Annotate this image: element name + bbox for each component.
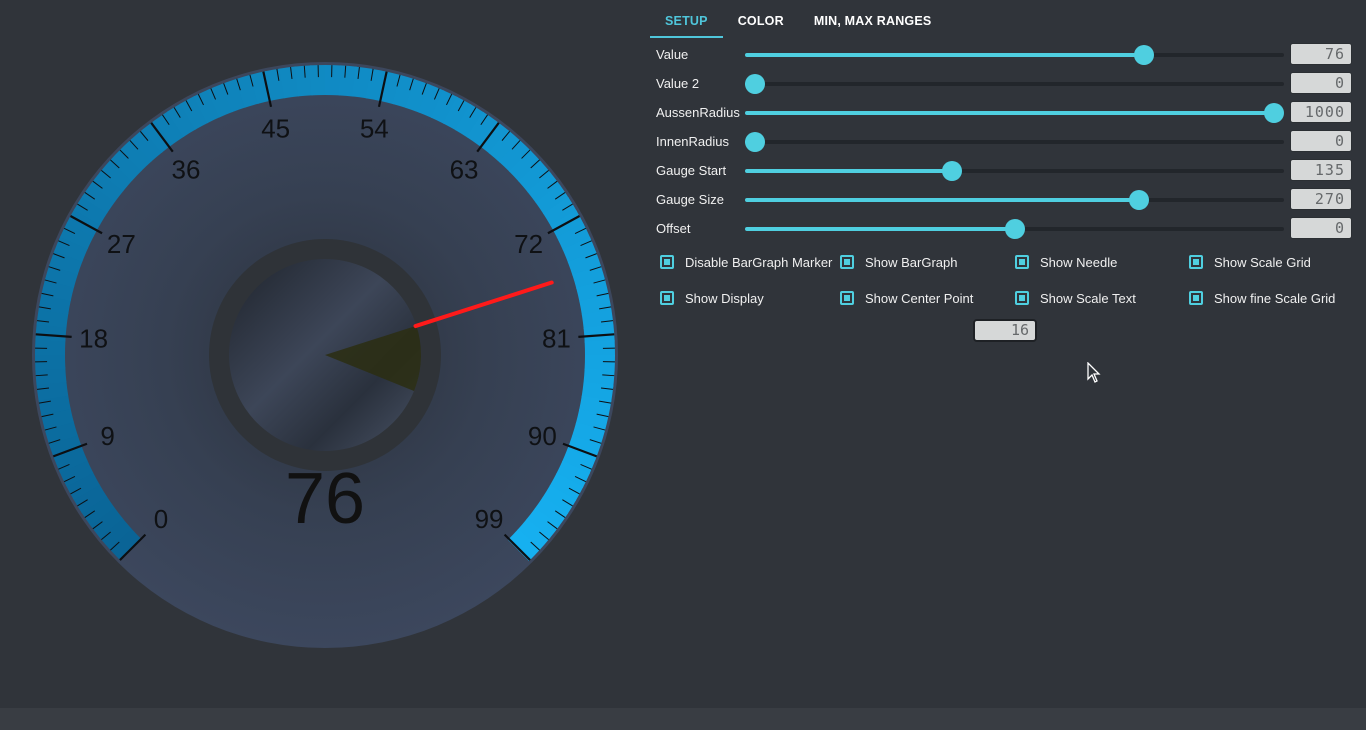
bottom-strip xyxy=(0,708,1366,730)
slider-label: InnenRadius xyxy=(656,134,729,149)
disable-bargraph-marker-checkbox[interactable]: Disable BarGraph Marker xyxy=(660,253,832,271)
checkbox-label: Show Scale Text xyxy=(1040,290,1136,306)
slider-row-innen-radius: InnenRadius 0 xyxy=(656,130,1356,154)
scale-label: 36 xyxy=(172,154,201,184)
gauge-size-slider[interactable] xyxy=(745,190,1284,210)
checkbox-label: Show fine Scale Grid xyxy=(1214,290,1336,306)
checkbox-box[interactable] xyxy=(1015,255,1029,269)
scale-label: 99 xyxy=(475,504,504,534)
slider-thumb[interactable] xyxy=(942,161,963,181)
checkbox-label: Show Center Point xyxy=(865,290,974,306)
slider-label: AussenRadius xyxy=(656,105,740,120)
checkbox-label: Disable BarGraph Marker xyxy=(685,254,833,270)
slider-row-gauge-start: Gauge Start 135 xyxy=(656,159,1356,183)
gauge-start-display: 135 xyxy=(1290,159,1352,181)
slider-row-value: Value 76 xyxy=(656,43,1356,67)
tab-color[interactable]: COLOR xyxy=(723,6,799,36)
slider-thumb[interactable] xyxy=(1129,190,1150,210)
checkbox-box[interactable] xyxy=(840,291,854,305)
innen-radius-display: 0 xyxy=(1290,130,1352,152)
scale-label: 9 xyxy=(100,421,114,451)
scale-label: 0 xyxy=(154,504,168,534)
value-2-display: 0 xyxy=(1290,72,1352,94)
checkbox-label: Show Display xyxy=(685,290,764,306)
slider-row-gauge-size: Gauge Size 270 xyxy=(656,188,1356,212)
tab-setup[interactable]: SETUP xyxy=(650,6,723,38)
checkbox-label: Show BarGraph xyxy=(865,254,958,270)
aussen-radius-slider[interactable] xyxy=(745,103,1284,123)
scale-label: 81 xyxy=(542,323,571,353)
slider-label: Value xyxy=(656,47,689,62)
slider-row-offset: Offset 0 xyxy=(656,217,1356,241)
gauge-start-slider[interactable] xyxy=(745,161,1284,181)
tab-bar: SETUP COLOR MIN, MAX RANGES xyxy=(650,6,946,38)
checkbox-box[interactable] xyxy=(1189,291,1203,305)
slider-label: Offset xyxy=(656,221,691,236)
mouse-cursor-icon xyxy=(1087,362,1101,383)
checkbox-box[interactable] xyxy=(1015,291,1029,305)
scale-label: 72 xyxy=(514,229,543,259)
scale-label: 63 xyxy=(450,154,479,184)
gauge-panel: 0 9 18 27 36 45 54 63 72 81 90 99 76 xyxy=(0,0,650,708)
slider-label: Value 2 xyxy=(656,76,700,91)
show-scale-text-checkbox[interactable]: Show Scale Text xyxy=(1015,289,1136,307)
scale-label: 45 xyxy=(261,113,290,143)
slider-thumb[interactable] xyxy=(745,132,765,152)
slider-thumb[interactable] xyxy=(745,74,765,94)
value-2-slider[interactable] xyxy=(745,74,1284,94)
checkbox-box[interactable] xyxy=(1189,255,1203,269)
scale-label: 54 xyxy=(360,113,389,143)
checkbox-label: Show Needle xyxy=(1040,254,1118,270)
gauge: 0 9 18 27 36 45 54 63 72 81 90 99 76 xyxy=(32,62,618,648)
aussen-radius-display: 1000 xyxy=(1290,101,1352,123)
offset-display: 0 xyxy=(1290,217,1352,239)
bar-segment xyxy=(294,65,313,97)
tab-min-max-ranges[interactable]: MIN, MAX RANGES xyxy=(799,6,947,36)
slider-row-value-2: Value 2 0 xyxy=(656,72,1356,96)
slider-thumb[interactable] xyxy=(1264,103,1284,123)
bar-segment xyxy=(35,367,67,386)
checkbox-label: Show Scale Grid xyxy=(1214,254,1311,270)
slider-label: Gauge Size xyxy=(656,192,724,207)
extra-lcd-display: 16 xyxy=(973,319,1037,342)
checkbox-box[interactable] xyxy=(660,255,674,269)
show-bargraph-checkbox[interactable]: Show BarGraph xyxy=(840,253,958,271)
show-center-point-checkbox[interactable]: Show Center Point xyxy=(840,289,973,307)
gauge-value-display: 76 xyxy=(285,459,365,539)
slider-label: Gauge Start xyxy=(656,163,727,178)
slider-thumb[interactable] xyxy=(1004,219,1025,239)
value-slider[interactable] xyxy=(745,45,1284,65)
scale-label: 27 xyxy=(107,229,136,259)
scale-label: 18 xyxy=(79,323,108,353)
slider-row-aussen-radius: AussenRadius 1000 xyxy=(656,101,1356,125)
slider-thumb[interactable] xyxy=(1134,45,1155,65)
innen-radius-slider[interactable] xyxy=(745,132,1284,152)
gauge-size-display: 270 xyxy=(1290,188,1352,210)
show-scale-grid-checkbox[interactable]: Show Scale Grid xyxy=(1189,253,1311,271)
offset-slider[interactable] xyxy=(745,219,1284,239)
checkbox-box[interactable] xyxy=(840,255,854,269)
checkbox-box[interactable] xyxy=(660,291,674,305)
show-display-checkbox[interactable]: Show Display xyxy=(660,289,764,307)
show-needle-checkbox[interactable]: Show Needle xyxy=(1015,253,1117,271)
value-display: 76 xyxy=(1290,43,1352,65)
scale-label: 90 xyxy=(528,421,557,451)
show-fine-scale-grid-checkbox[interactable]: Show fine Scale Grid xyxy=(1189,289,1335,307)
